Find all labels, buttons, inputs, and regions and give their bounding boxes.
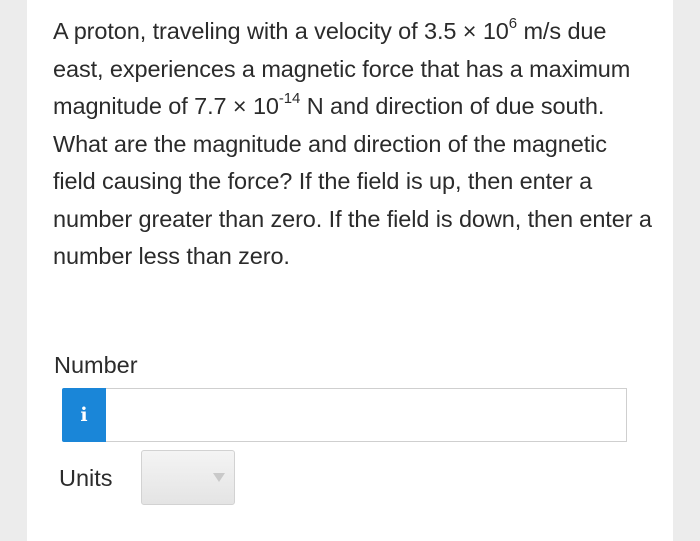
chevron-down-icon — [204, 451, 234, 504]
question-text: A proton, traveling with a velocity of 3… — [53, 13, 653, 276]
question-text-part-1: A proton, traveling with a velocity of 3… — [53, 18, 509, 44]
units-dropdown[interactable] — [141, 450, 235, 505]
force-exponent: -14 — [278, 90, 301, 108]
units-label: Units — [59, 465, 113, 491]
info-icon: i — [80, 403, 88, 426]
question-text-part-3: N and direction of due south. What are t… — [53, 93, 652, 269]
velocity-exponent: 6 — [508, 15, 518, 33]
number-input[interactable] — [106, 388, 627, 442]
number-label: Number — [54, 352, 138, 378]
info-button[interactable]: i — [62, 388, 106, 442]
